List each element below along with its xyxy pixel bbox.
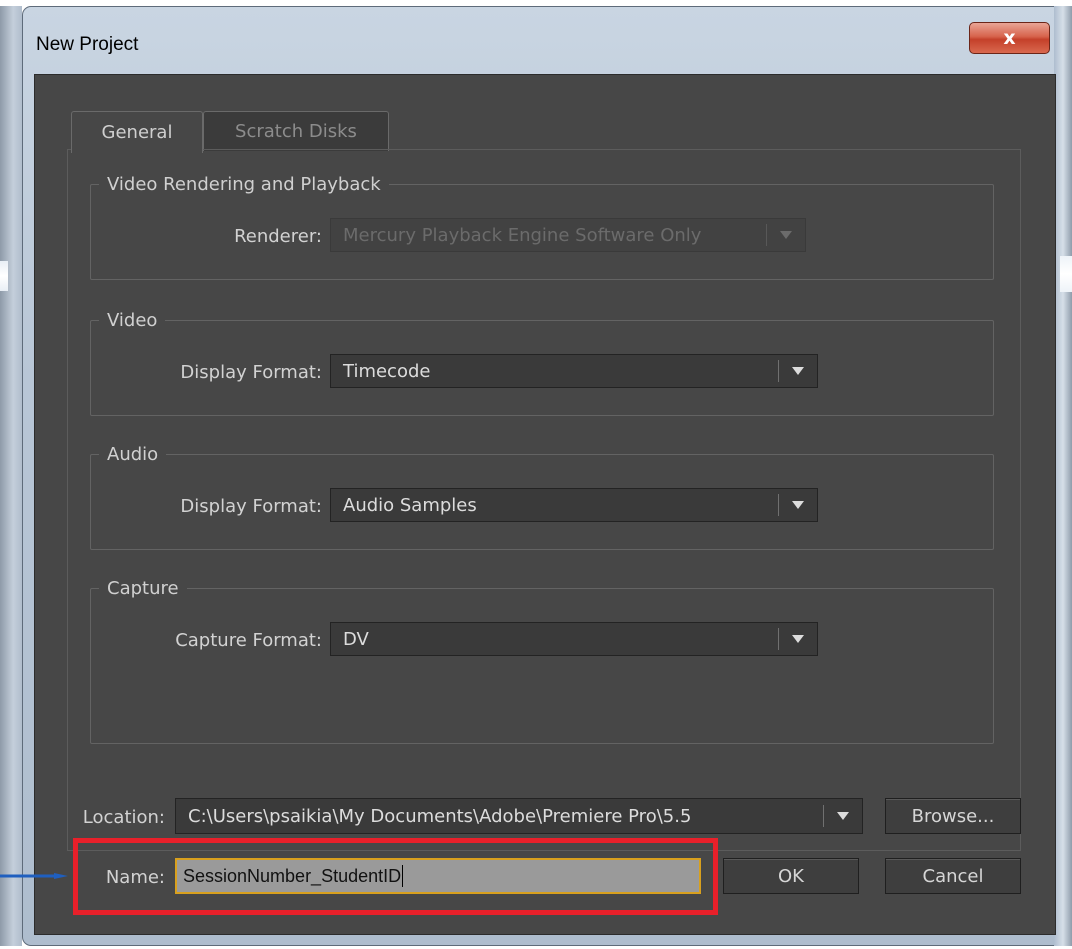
general-tab-panel: Video Rendering and Playback Renderer: M… <box>67 149 1021 851</box>
group-capture: Capture <box>90 578 994 744</box>
browse-button[interactable]: Browse... <box>885 798 1021 834</box>
close-icon: x <box>1003 27 1016 49</box>
renderer-dropdown: Mercury Playback Engine Software Only <box>330 218 806 252</box>
location-label: Location: <box>82 807 165 828</box>
video-display-format-label: Display Format: <box>180 362 322 383</box>
capture-format-value: DV <box>343 628 369 650</box>
chevron-down-icon <box>779 367 817 375</box>
group-legend: Video Rendering and Playback <box>107 174 381 195</box>
chevron-down-icon <box>824 812 862 820</box>
edge-shine <box>1060 256 1072 292</box>
dialog-content: General Scratch Disks Video Rendering an… <box>34 74 1056 935</box>
renderer-value: Mercury Playback Engine Software Only <box>343 224 702 246</box>
renderer-label: Renderer: <box>234 226 322 247</box>
audio-display-format-dropdown[interactable]: Audio Samples <box>330 488 818 522</box>
tab-scratch-disks[interactable]: Scratch Disks <box>203 111 389 151</box>
chevron-down-icon <box>767 231 805 239</box>
audio-display-format-value: Audio Samples <box>343 494 477 516</box>
group-legend: Audio <box>107 444 159 465</box>
window-title: New Project <box>36 34 139 55</box>
location-dropdown[interactable]: C:\Users\psaikia\My Documents\Adobe\Prem… <box>175 798 863 834</box>
video-display-format-value: Timecode <box>343 360 431 382</box>
group-legend: Capture <box>107 578 179 599</box>
audio-display-format-label: Display Format: <box>180 496 322 517</box>
tab-general[interactable]: General <box>71 111 203 153</box>
chevron-down-icon <box>779 635 817 643</box>
window-left-edge <box>0 6 22 946</box>
edge-shine <box>0 261 8 291</box>
group-legend: Video <box>107 310 158 331</box>
capture-format-label: Capture Format: <box>175 630 322 651</box>
location-value: C:\Users\psaikia\My Documents\Adobe\Prem… <box>188 805 692 827</box>
video-display-format-dropdown[interactable]: Timecode <box>330 354 818 388</box>
arrow-right-icon <box>0 873 68 879</box>
chevron-down-icon <box>779 501 817 509</box>
close-button[interactable]: x <box>969 22 1050 54</box>
window-right-edge <box>1054 6 1072 946</box>
capture-format-dropdown[interactable]: DV <box>330 622 818 656</box>
highlight-box <box>73 838 718 915</box>
cancel-button[interactable]: Cancel <box>885 858 1021 894</box>
ok-button[interactable]: OK <box>723 858 859 894</box>
